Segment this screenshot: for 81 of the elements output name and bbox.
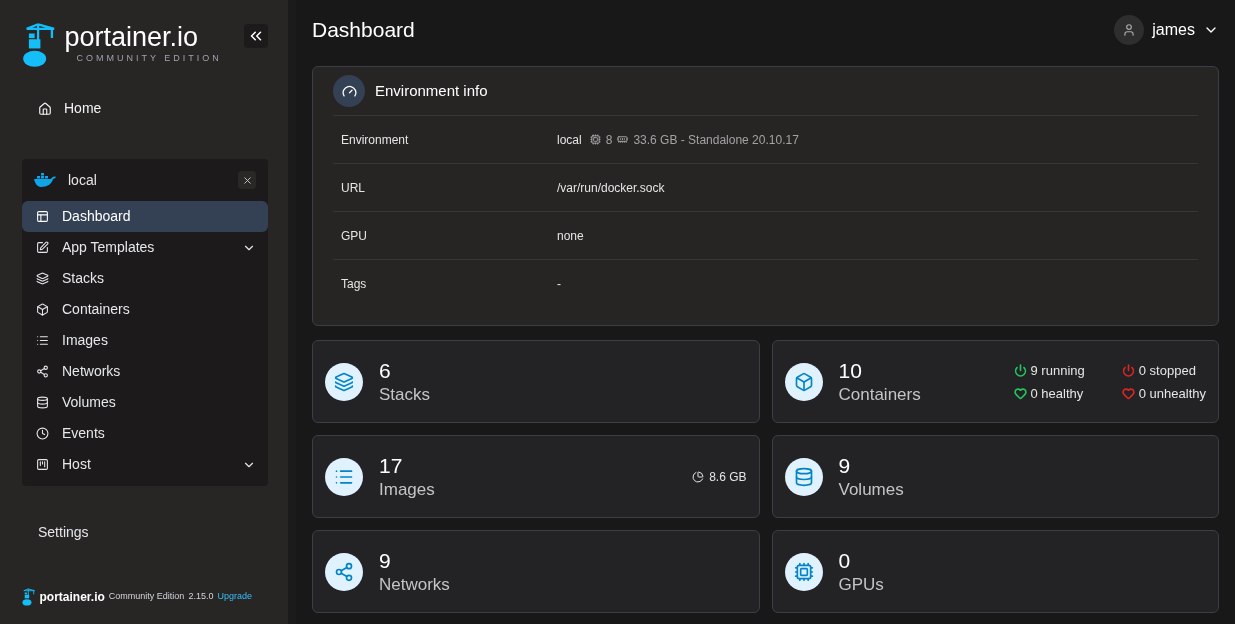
nav-item[interactable]: Host bbox=[22, 449, 268, 480]
nav-item[interactable]: Events bbox=[22, 418, 268, 449]
layers-icon bbox=[36, 272, 49, 285]
close-button[interactable] bbox=[238, 171, 256, 189]
stat-label: Networks bbox=[379, 573, 450, 596]
database-icon bbox=[36, 396, 49, 409]
size-text: 8.6 GB bbox=[709, 469, 747, 486]
chip-icon bbox=[589, 134, 601, 145]
page-title: Dashboard bbox=[312, 17, 415, 44]
stat-card[interactable]: 9 Volumes bbox=[771, 435, 1219, 518]
brand-name: portainer.io bbox=[64, 22, 200, 52]
pie-icon bbox=[692, 471, 705, 483]
environment-value: local bbox=[557, 131, 582, 149]
status-text: 0 unhealthy bbox=[1138, 384, 1206, 403]
row-label: Tags bbox=[341, 275, 368, 293]
memory-icon bbox=[617, 134, 629, 145]
database-icon bbox=[784, 457, 823, 496]
share-icon bbox=[325, 552, 363, 591]
stat-count: 10 bbox=[838, 357, 863, 384]
stat-card[interactable]: 6 Stacks bbox=[312, 340, 760, 423]
nav-item[interactable]: Volumes bbox=[22, 387, 268, 418]
stat-count: 17 bbox=[379, 452, 404, 479]
home-icon bbox=[38, 101, 52, 116]
nav-item[interactable]: Images bbox=[22, 325, 268, 356]
stat-label: Stacks bbox=[379, 383, 431, 406]
stat-label: Containers bbox=[838, 383, 921, 406]
stat-card[interactable]: 17 Images 8.6 GB bbox=[312, 435, 760, 518]
cube-icon bbox=[784, 362, 823, 401]
collapse-button[interactable] bbox=[244, 24, 268, 48]
whale-icon bbox=[34, 173, 56, 187]
user-avatar-icon bbox=[1114, 15, 1145, 45]
logo-icon bbox=[22, 588, 36, 606]
footer-version: 2.15.0 bbox=[188, 590, 214, 604]
user-menu[interactable]: james bbox=[1114, 15, 1219, 45]
row-label: GPU bbox=[341, 227, 368, 245]
row-label: Environment bbox=[341, 131, 410, 149]
board-icon bbox=[36, 458, 49, 471]
row-value: - bbox=[557, 275, 561, 293]
close-icon bbox=[241, 174, 253, 186]
settings-link[interactable]: Settings bbox=[22, 522, 276, 543]
list-icon bbox=[36, 334, 49, 347]
stat-count: 9 bbox=[379, 547, 392, 574]
cube-icon bbox=[36, 303, 49, 316]
nav-item[interactable]: Dashboard bbox=[22, 201, 268, 232]
home-link[interactable]: Home bbox=[22, 98, 276, 119]
stat-count: 9 bbox=[838, 452, 852, 479]
nav-item[interactable]: App Templates bbox=[22, 232, 268, 263]
list-icon bbox=[325, 457, 363, 496]
edit-icon bbox=[36, 241, 49, 254]
clock-icon bbox=[36, 427, 49, 440]
status-text: 0 healthy bbox=[1030, 384, 1084, 403]
row-label: URL bbox=[341, 179, 366, 197]
stat-label: GPUs bbox=[838, 573, 884, 596]
cpu-count: 8 bbox=[605, 131, 613, 149]
logo-icon bbox=[22, 22, 57, 68]
row-value: none bbox=[557, 227, 584, 245]
layout-icon bbox=[36, 210, 49, 223]
gauge-icon bbox=[333, 75, 365, 107]
stat-count: 6 bbox=[379, 357, 392, 384]
row-value: /var/run/docker.sock bbox=[557, 179, 665, 197]
chip-icon bbox=[784, 552, 823, 591]
nav-item[interactable]: Containers bbox=[22, 294, 268, 325]
stat-card[interactable]: 9 Networks bbox=[312, 530, 760, 613]
stat-label: Images bbox=[379, 478, 435, 501]
stat-count: 0 bbox=[838, 547, 852, 574]
stat-card[interactable]: 0 GPUs bbox=[771, 530, 1219, 613]
upgrade-link[interactable]: Upgrade bbox=[217, 590, 252, 604]
nav-item[interactable]: Networks bbox=[22, 356, 268, 387]
footer-edition: Community Edition bbox=[108, 590, 185, 604]
status-text: 0 stopped bbox=[1138, 362, 1196, 380]
panel-title: Environment info bbox=[375, 80, 488, 101]
layers-icon bbox=[325, 362, 363, 401]
share-icon bbox=[36, 365, 49, 378]
nav-item[interactable]: Stacks bbox=[22, 263, 268, 294]
stat-card[interactable]: 10 Containers 9 running 0 stopped 0 healthy 0 unhealthy bbox=[771, 340, 1219, 423]
environment-name: local bbox=[68, 170, 97, 190]
status-text: 9 running bbox=[1030, 362, 1085, 380]
footer-brand: portainer.io bbox=[39, 589, 105, 606]
stat-label: Volumes bbox=[838, 478, 904, 501]
memory-info: 33.6 GB - Standalone 20.10.17 bbox=[633, 131, 799, 149]
brand-edition: COMMUNITY EDITION bbox=[75, 52, 222, 65]
